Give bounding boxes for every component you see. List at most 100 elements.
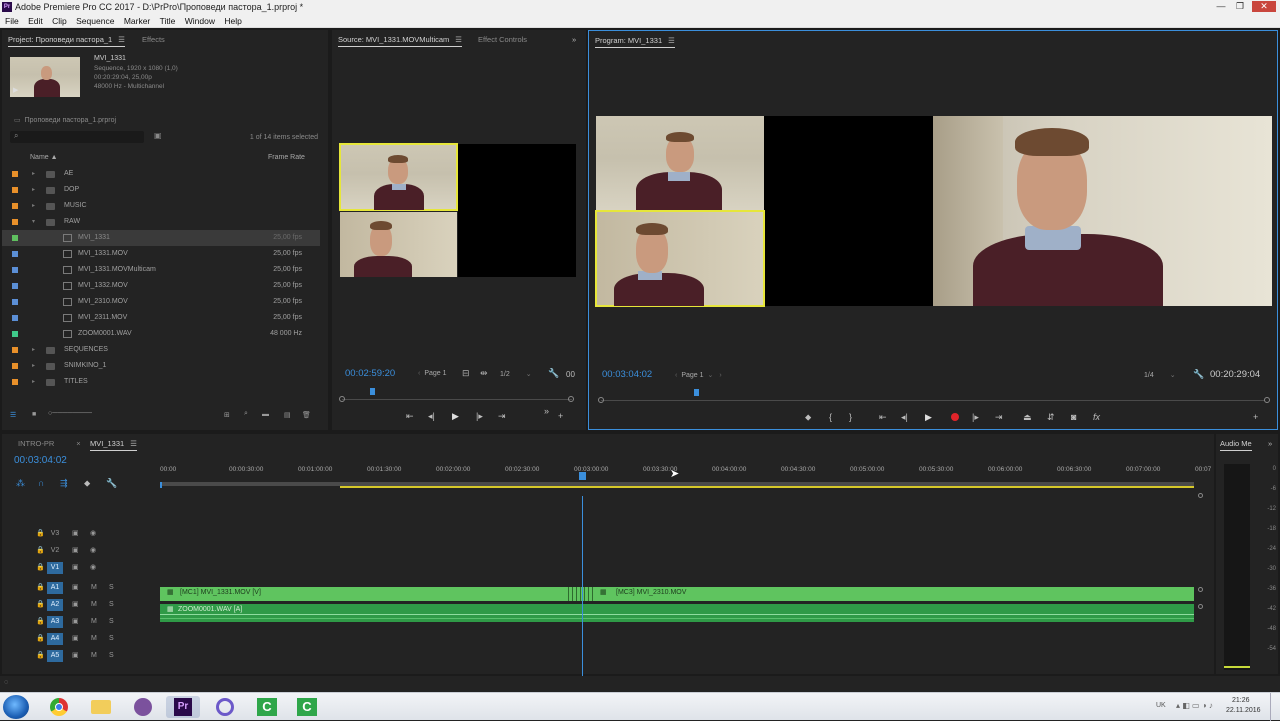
- expand-caret-icon[interactable]: ▸: [32, 198, 35, 214]
- source-more-icon[interactable]: »: [544, 405, 549, 417]
- label-color-swatch[interactable]: [12, 363, 18, 369]
- mute-track-button[interactable]: M: [91, 616, 97, 628]
- sync-lock-icon[interactable]: ▣: [72, 599, 79, 611]
- clip-thumbnail[interactable]: ▶: [10, 57, 80, 97]
- minimize-icon[interactable]: —: [1212, 1, 1230, 12]
- new-bin-from-search-icon[interactable]: ▣: [154, 131, 162, 140]
- step-back-icon[interactable]: ◂|: [428, 410, 435, 422]
- source-page-selector[interactable]: ‹ Page 1: [418, 370, 447, 377]
- source-fit-icon[interactable]: ⇹: [480, 368, 488, 379]
- source-camera-1[interactable]: [339, 143, 458, 211]
- mark-in-icon[interactable]: {: [829, 411, 832, 423]
- mute-track-button[interactable]: M: [91, 599, 97, 611]
- fx-icon[interactable]: fx: [1093, 411, 1100, 423]
- lock-track-icon[interactable]: 🔒: [36, 599, 45, 611]
- project-item[interactable]: ▸ DOP: [2, 182, 320, 198]
- tab-mvi-1331[interactable]: MVI_1331 ☰: [90, 434, 137, 454]
- source-add-button-icon[interactable]: +: [558, 410, 563, 422]
- project-search-input[interactable]: ⌕: [10, 131, 144, 143]
- program-camera-2-active[interactable]: [595, 210, 765, 307]
- program-camera-1[interactable]: [596, 116, 764, 210]
- program-wrench-icon[interactable]: 🔧: [1193, 369, 1204, 380]
- solo-track-button[interactable]: S: [109, 616, 114, 628]
- timeline-ruler[interactable]: 00:00 00:00:30:00 00:01:00:00 00:01:30:00 00…: [160, 458, 1211, 478]
- solo-track-button[interactable]: S: [109, 633, 114, 645]
- clock-date[interactable]: 22.11.2016: [1226, 707, 1261, 714]
- lock-track-icon[interactable]: 🔒: [36, 545, 45, 557]
- toggle-output-eye-icon[interactable]: ◉: [90, 545, 96, 557]
- sync-lock-icon[interactable]: ▣: [72, 633, 79, 645]
- go-to-out-icon[interactable]: ⇥: [498, 410, 506, 422]
- video-clip-mc1[interactable]: ▦ [MC1] MVI_1331.MOV [V] ▦ [MC3] MVI_231…: [160, 587, 1194, 601]
- project-item[interactable]: ▸ TITLES: [2, 374, 320, 390]
- expand-caret-icon[interactable]: ▸: [32, 374, 35, 390]
- tab-project[interactable]: Project: Проповеди пастора_1 ☰: [8, 30, 125, 50]
- tab-effects[interactable]: Effects: [142, 30, 165, 50]
- source-playhead[interactable]: [370, 388, 375, 395]
- source-timecode[interactable]: 00:02:59:20: [345, 368, 395, 379]
- label-color-swatch[interactable]: [12, 379, 18, 385]
- project-item[interactable]: ▸ MUSIC: [2, 198, 320, 214]
- maximize-icon[interactable]: ❐: [1231, 1, 1249, 12]
- icon-view-icon[interactable]: ■: [32, 411, 36, 418]
- label-color-swatch[interactable]: [12, 235, 18, 241]
- track-label-a4[interactable]: A4: [47, 633, 63, 645]
- source-camera-2[interactable]: [340, 212, 457, 277]
- premiere-pro-taskbar-icon[interactable]: Pr: [166, 696, 200, 718]
- project-item[interactable]: ▸ SEQUENCES: [2, 342, 320, 358]
- solo-track-button[interactable]: S: [109, 599, 114, 611]
- project-item[interactable]: MVI_1331.MOVMulticam 25,00 fps: [2, 262, 320, 278]
- project-item[interactable]: MVI_1332.MOV 25,00 fps: [2, 278, 320, 294]
- project-item[interactable]: MVI_1331.MOV 25,00 fps: [2, 246, 320, 262]
- play-icon[interactable]: ▶: [13, 86, 18, 94]
- automate-to-sequence-icon[interactable]: ⊞: [224, 411, 230, 419]
- menu-window[interactable]: Window: [185, 16, 215, 26]
- menu-file[interactable]: File: [5, 16, 19, 26]
- v-scroll-mid-handle[interactable]: [1198, 587, 1203, 592]
- viber-icon[interactable]: [126, 696, 160, 718]
- track-label-v2[interactable]: V2: [47, 545, 63, 557]
- program-scrubber[interactable]: [601, 400, 1265, 401]
- step-forward-icon[interactable]: |▸: [476, 410, 483, 422]
- source-scrubber[interactable]: [342, 399, 572, 400]
- audio-meter-overflow-icon[interactable]: »: [1268, 434, 1272, 454]
- program-playhead[interactable]: [694, 389, 699, 396]
- sync-lock-icon[interactable]: ▣: [72, 528, 79, 540]
- menu-title[interactable]: Title: [160, 16, 176, 26]
- v-scroll-mid-handle-2[interactable]: [1198, 604, 1203, 609]
- solo-track-button[interactable]: S: [109, 582, 114, 594]
- timeline-playhead[interactable]: [579, 472, 586, 480]
- camtasia-icon[interactable]: C: [250, 696, 284, 718]
- label-color-swatch[interactable]: [12, 251, 18, 257]
- column-header-name[interactable]: Name ▲: [30, 154, 58, 161]
- timeline-playhead-line[interactable]: [582, 496, 583, 694]
- lock-track-icon[interactable]: 🔒: [36, 633, 45, 645]
- label-color-swatch[interactable]: [12, 171, 18, 177]
- close-tab-icon[interactable]: ×: [76, 439, 80, 448]
- source-zoom-start-handle[interactable]: [339, 396, 345, 402]
- toggle-output-eye-icon[interactable]: ◉: [90, 528, 96, 540]
- program-add-button-icon[interactable]: +: [1253, 411, 1258, 423]
- find-icon[interactable]: ⌕: [244, 410, 248, 418]
- source-zoom-end-handle[interactable]: [568, 396, 574, 402]
- project-item[interactable]: MVI_2311.MOV 25,00 fps: [2, 310, 320, 326]
- sync-lock-icon[interactable]: ▣: [72, 616, 79, 628]
- source-insert-icon[interactable]: ⊟: [462, 368, 470, 379]
- mark-out-icon[interactable]: }: [849, 411, 852, 423]
- program-page-selector[interactable]: ‹ Page 1 ⌄ ›: [675, 371, 722, 379]
- sync-lock-icon[interactable]: ▣: [72, 562, 79, 574]
- mute-track-button[interactable]: M: [91, 582, 97, 594]
- chrome-icon[interactable]: [42, 696, 76, 718]
- expand-caret-icon[interactable]: ▾: [32, 214, 35, 230]
- trash-icon[interactable]: 🗑: [302, 411, 311, 419]
- project-item[interactable]: ▸ SNIMKINO_1: [2, 358, 320, 374]
- program-step-forward-icon[interactable]: |▸: [972, 411, 979, 423]
- go-to-in-icon[interactable]: ⇤: [406, 410, 414, 422]
- new-bin-icon[interactable]: ▬: [262, 411, 269, 418]
- lock-track-icon[interactable]: 🔒: [36, 616, 45, 628]
- timeline-settings-wrench-icon[interactable]: 🔧: [106, 478, 117, 489]
- project-item[interactable]: ▸ AE: [2, 166, 320, 182]
- lift-icon[interactable]: ⏏: [1023, 411, 1032, 423]
- menu-help[interactable]: Help: [224, 16, 241, 26]
- tab-audio-meters[interactable]: Audio Me: [1220, 434, 1252, 454]
